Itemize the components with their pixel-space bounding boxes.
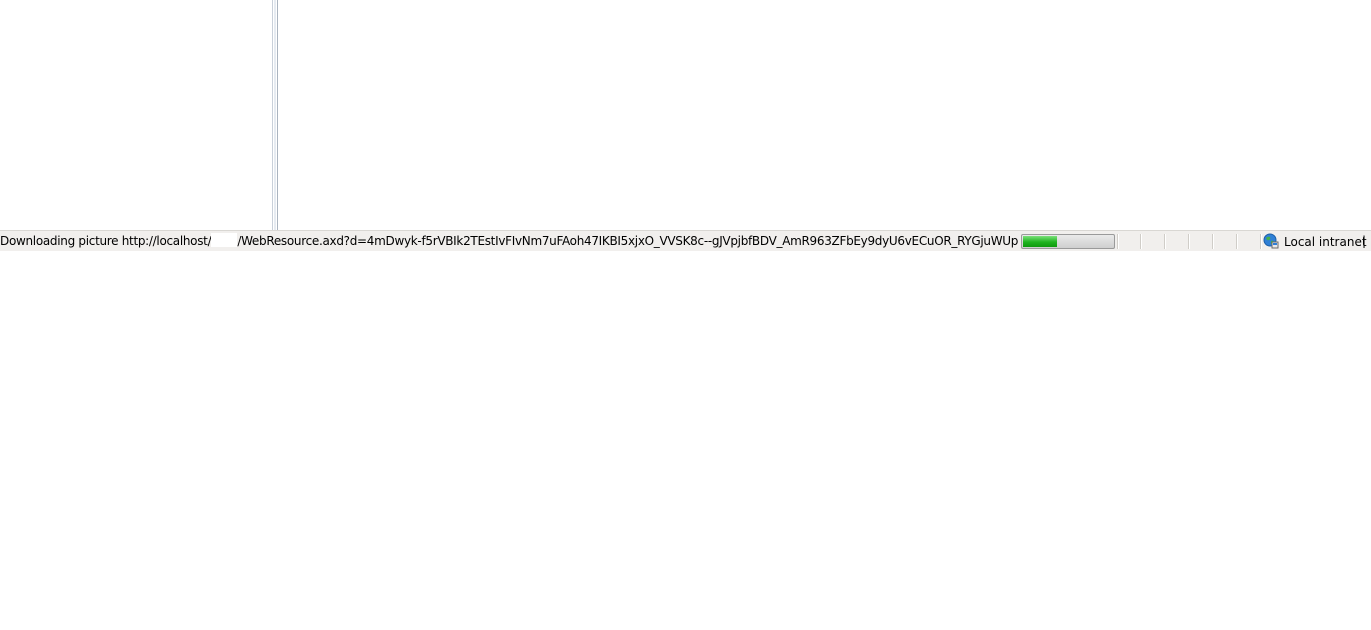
globe-icon — [1263, 233, 1279, 249]
right-frame-pane — [278, 0, 1371, 230]
status-separator — [1212, 234, 1214, 249]
status-separator — [1188, 234, 1190, 249]
status-bar: Downloading picture http://localhost/ /We… — [0, 230, 1371, 251]
browser-window: Downloading picture http://localhost/ /We… — [0, 0, 1371, 251]
security-zone-label: Local intranet — [1284, 235, 1367, 249]
security-zone[interactable]: Local intranet — [1263, 233, 1367, 250]
status-text-suffix: /WebResource.axd?d=4mDwyk-f5rVBIk2TEstIv… — [237, 234, 1018, 248]
status-text: Downloading picture http://localhost/ /We… — [0, 233, 1018, 250]
download-progress-bar — [1021, 234, 1115, 249]
download-progress-fill — [1023, 236, 1057, 247]
status-separator — [1140, 234, 1142, 249]
status-trailing-text: | P — [1362, 234, 1371, 248]
page-content-area — [0, 0, 1371, 230]
status-text-prefix: Downloading picture http://localhost/ — [0, 234, 212, 248]
left-frame-pane — [0, 0, 272, 230]
redacted-segment — [211, 233, 238, 247]
status-separator — [1164, 234, 1166, 249]
status-separator — [1236, 234, 1238, 249]
status-separator — [1260, 234, 1262, 249]
status-separator — [1117, 234, 1119, 249]
